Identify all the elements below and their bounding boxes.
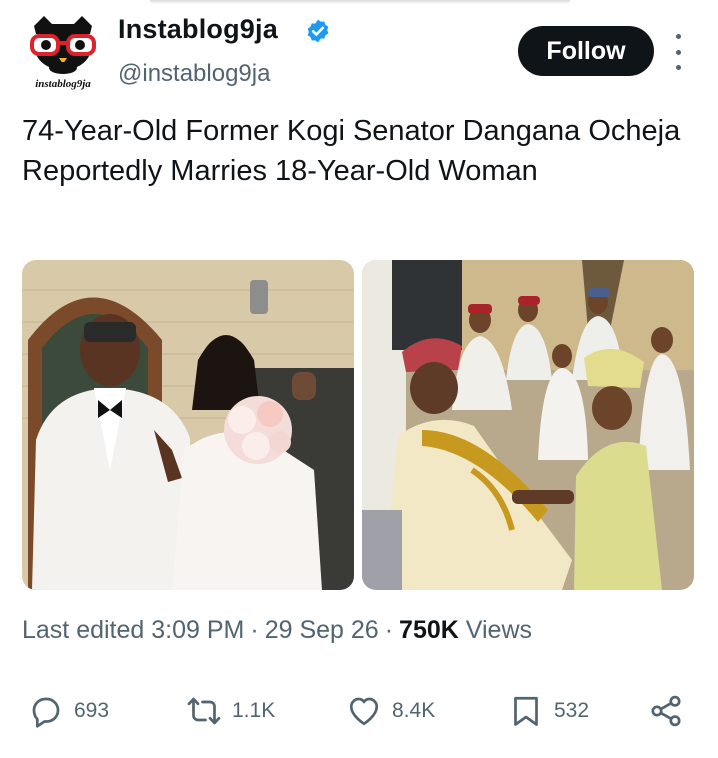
reply-count: 693 — [74, 699, 110, 722]
repost-button[interactable]: 1.1K — [186, 686, 275, 736]
follow-button[interactable]: Follow — [518, 26, 654, 76]
reply-button[interactable]: 693 — [28, 686, 109, 736]
tweet-meta: Last edited 3:09 PM · 29 Sep 26 · 750K Views — [22, 616, 532, 645]
photo-traditional-ceremony[interactable] — [362, 260, 694, 590]
more-options-icon[interactable] — [668, 34, 688, 70]
reply-icon — [32, 697, 60, 728]
bookmark-button[interactable]: 532 — [508, 686, 589, 736]
repost-count: 1.1K — [232, 699, 276, 722]
like-count: 8.4K — [392, 699, 436, 722]
display-name[interactable]: Instablog9ja — [118, 14, 278, 45]
avatar[interactable]: instablog9ja — [22, 12, 104, 90]
owl-logo-icon: instablog9ja — [30, 16, 96, 90]
like-button[interactable]: 8.4K — [346, 686, 435, 736]
verified-badge-icon — [305, 18, 331, 44]
post-date[interactable]: 29 Sep 26 — [265, 616, 379, 644]
post-time[interactable]: 3:09 PM — [151, 616, 244, 644]
account-handle[interactable]: @instablog9ja — [118, 60, 270, 88]
photo-wedding-couple[interactable] — [22, 260, 354, 590]
edited-prefix[interactable]: Last edited — [22, 616, 144, 644]
heart-icon — [349, 697, 379, 726]
share-button[interactable] — [648, 686, 684, 736]
bookmark-count: 532 — [554, 699, 590, 722]
meta-separator: · — [250, 616, 259, 644]
share-icon — [651, 695, 681, 727]
views-label: Views — [465, 616, 533, 644]
tweet-text: 74-Year-Old Former Kogi Senator Dangana … — [22, 115, 681, 187]
repost-icon — [187, 697, 221, 725]
bookmark-icon — [514, 696, 538, 726]
avatar-logo-text: instablog9ja — [35, 78, 91, 90]
action-bar: 693 1.1K 8.4K 532 — [0, 686, 718, 736]
top-shadow — [150, 0, 570, 4]
views-count: 750K — [399, 616, 459, 644]
meta-separator: · — [384, 616, 394, 644]
